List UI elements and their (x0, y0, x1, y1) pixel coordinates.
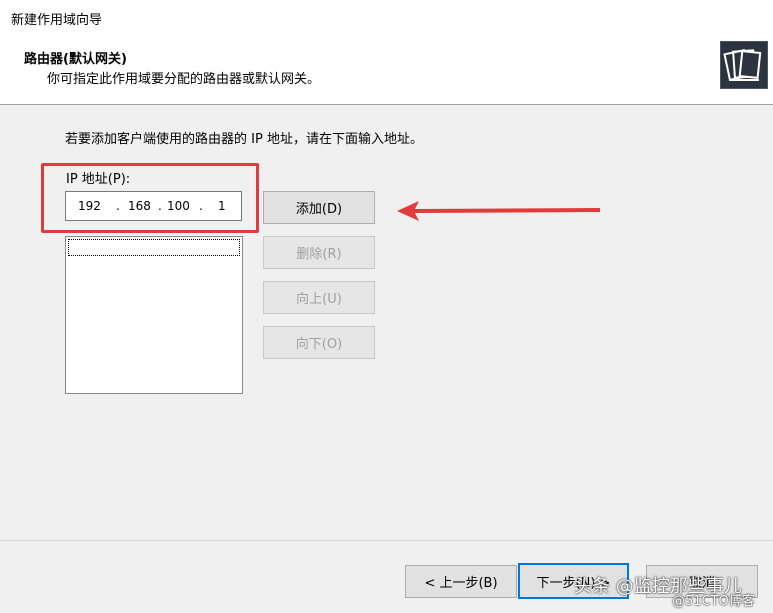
red-arrow-icon (397, 201, 600, 221)
router-address-list[interactable] (65, 236, 243, 394)
wizard-header: 路由器(默认网关) 你可指定此作用域要分配的路由器或默认网关。 (0, 38, 773, 105)
red-highlight-box (41, 163, 259, 233)
move-down-button[interactable]: 向下(O) (263, 326, 375, 359)
move-up-button[interactable]: 向上(U) (263, 281, 375, 314)
wizard-book-icon (720, 41, 768, 89)
back-button[interactable]: < 上一步(B) (405, 565, 517, 598)
instruction-text: 若要添加客户端使用的路由器的 IP 地址，请在下面输入地址。 (65, 132, 423, 147)
title-bar: 新建作用域向导 (0, 0, 773, 38)
watermark-sub: @51CTO博客 (672, 594, 755, 609)
list-focus-item[interactable] (68, 239, 240, 256)
remove-button[interactable]: 删除(R) (263, 236, 375, 269)
page-subtitle: 你可指定此作用域要分配的路由器或默认网关。 (47, 72, 321, 87)
window-title: 新建作用域向导 (11, 13, 103, 28)
page-title: 路由器(默认网关) (24, 52, 127, 67)
add-button[interactable]: 添加(D) (263, 191, 375, 224)
